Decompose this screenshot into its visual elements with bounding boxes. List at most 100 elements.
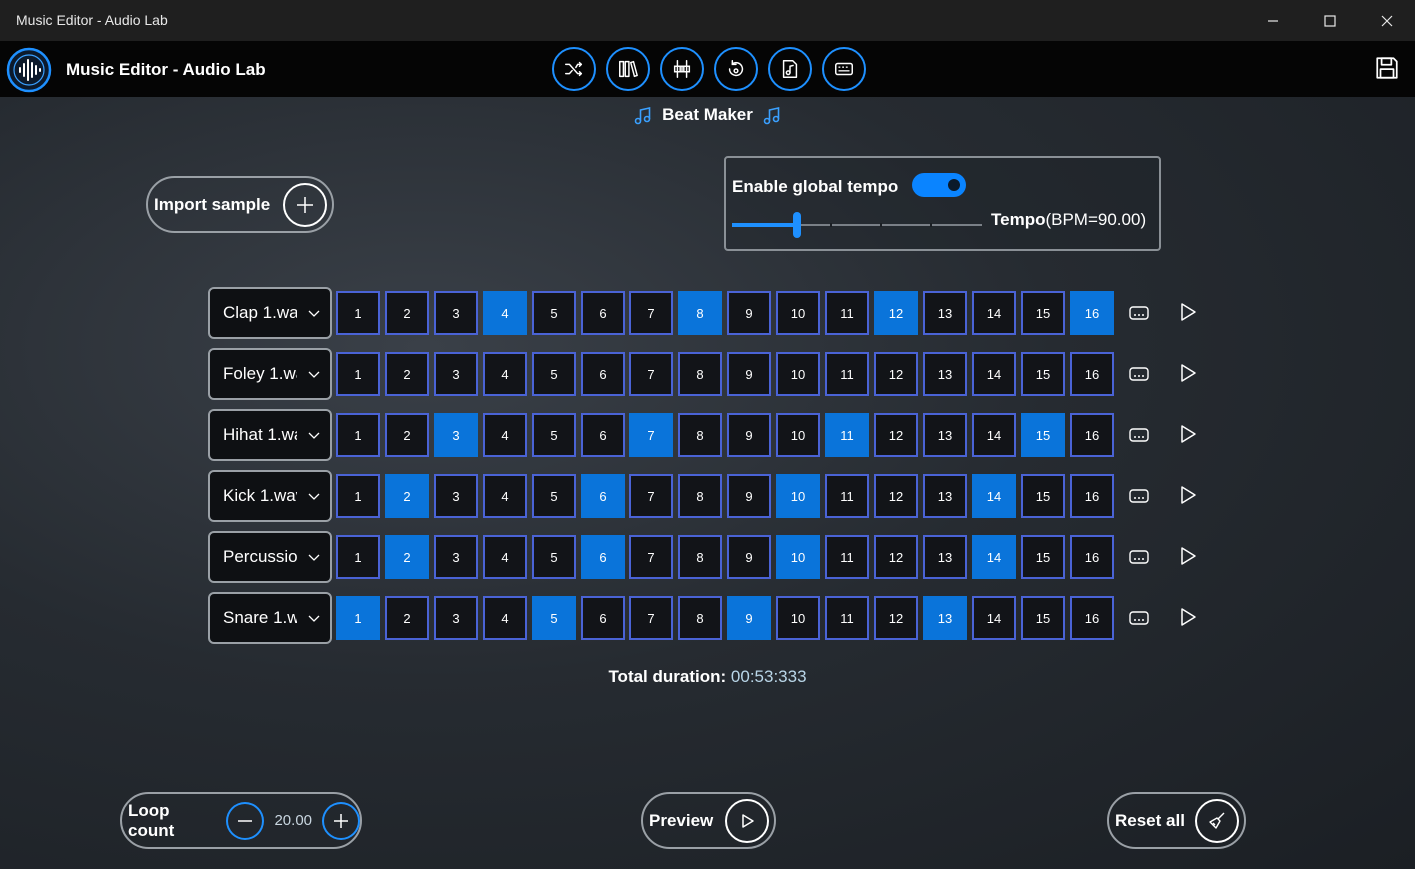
step-cell[interactable]: 2	[385, 291, 429, 335]
track-options-icon[interactable]	[1128, 424, 1150, 446]
step-cell[interactable]: 8	[678, 474, 722, 518]
step-cell[interactable]: 5	[532, 535, 576, 579]
step-cell[interactable]: 14	[972, 352, 1016, 396]
step-cell[interactable]: 5	[532, 474, 576, 518]
maximize-button[interactable]	[1302, 0, 1358, 41]
save-icon[interactable]	[1374, 55, 1400, 81]
step-cell[interactable]: 8	[678, 291, 722, 335]
step-cell[interactable]: 16	[1070, 596, 1114, 640]
step-cell[interactable]: 11	[825, 291, 869, 335]
global-tempo-toggle[interactable]	[912, 173, 966, 197]
step-cell[interactable]: 1	[336, 596, 380, 640]
increment-button[interactable]	[322, 801, 360, 840]
music-file-button[interactable]	[768, 47, 812, 91]
tempo-slider-thumb[interactable]	[793, 212, 801, 238]
step-cell[interactable]: 8	[678, 596, 722, 640]
step-cell[interactable]: 7	[629, 474, 673, 518]
track-options-icon[interactable]	[1128, 485, 1150, 507]
step-cell[interactable]: 10	[776, 413, 820, 457]
trim-button[interactable]	[660, 47, 704, 91]
step-cell[interactable]: 13	[923, 413, 967, 457]
step-cell[interactable]: 7	[629, 596, 673, 640]
shuffle-button[interactable]	[552, 47, 596, 91]
step-cell[interactable]: 14	[972, 596, 1016, 640]
step-cell[interactable]: 16	[1070, 474, 1114, 518]
track-sample-select[interactable]: Percussion 1.wav	[208, 531, 332, 583]
step-cell[interactable]: 8	[678, 535, 722, 579]
track-play-icon[interactable]	[1177, 545, 1199, 567]
step-cell[interactable]: 7	[629, 413, 673, 457]
track-sample-select[interactable]: Hihat 1.wav	[208, 409, 332, 461]
step-cell[interactable]: 15	[1021, 474, 1065, 518]
step-cell[interactable]: 6	[581, 352, 625, 396]
preview-button[interactable]: Preview	[641, 792, 776, 849]
track-play-icon[interactable]	[1177, 423, 1199, 445]
step-cell[interactable]: 16	[1070, 413, 1114, 457]
track-sample-select[interactable]: Snare 1.wav	[208, 592, 332, 644]
step-cell[interactable]: 14	[972, 291, 1016, 335]
step-cell[interactable]: 4	[483, 596, 527, 640]
step-cell[interactable]: 10	[776, 291, 820, 335]
step-cell[interactable]: 13	[923, 352, 967, 396]
track-options-icon[interactable]	[1128, 607, 1150, 629]
step-cell[interactable]: 11	[825, 413, 869, 457]
step-cell[interactable]: 6	[581, 535, 625, 579]
step-cell[interactable]: 9	[727, 596, 771, 640]
step-cell[interactable]: 14	[972, 413, 1016, 457]
close-button[interactable]	[1359, 0, 1415, 41]
step-cell[interactable]: 2	[385, 413, 429, 457]
step-cell[interactable]: 10	[776, 535, 820, 579]
step-cell[interactable]: 13	[923, 535, 967, 579]
track-play-icon[interactable]	[1177, 606, 1199, 628]
step-cell[interactable]: 13	[923, 474, 967, 518]
import-sample-button[interactable]: Import sample	[146, 176, 334, 233]
library-button[interactable]	[606, 47, 650, 91]
track-options-icon[interactable]	[1128, 363, 1150, 385]
step-cell[interactable]: 13	[923, 596, 967, 640]
step-cell[interactable]: 5	[532, 596, 576, 640]
decrement-button[interactable]	[226, 801, 265, 840]
step-cell[interactable]: 3	[434, 291, 478, 335]
step-cell[interactable]: 4	[483, 291, 527, 335]
step-cell[interactable]: 9	[727, 291, 771, 335]
step-cell[interactable]: 7	[629, 291, 673, 335]
step-cell[interactable]: 1	[336, 291, 380, 335]
step-cell[interactable]: 8	[678, 413, 722, 457]
step-cell[interactable]: 5	[532, 352, 576, 396]
step-cell[interactable]: 12	[874, 596, 918, 640]
minimize-button[interactable]	[1245, 0, 1301, 41]
step-cell[interactable]: 9	[727, 474, 771, 518]
step-cell[interactable]: 7	[629, 535, 673, 579]
step-cell[interactable]: 16	[1070, 535, 1114, 579]
step-cell[interactable]: 12	[874, 535, 918, 579]
step-cell[interactable]: 6	[581, 474, 625, 518]
step-cell[interactable]: 6	[581, 291, 625, 335]
track-options-icon[interactable]	[1128, 546, 1150, 568]
step-cell[interactable]: 10	[776, 596, 820, 640]
keyboard-button[interactable]	[822, 47, 866, 91]
step-cell[interactable]: 7	[629, 352, 673, 396]
step-cell[interactable]: 1	[336, 352, 380, 396]
loop-button[interactable]	[714, 47, 758, 91]
step-cell[interactable]: 10	[776, 352, 820, 396]
track-play-icon[interactable]	[1177, 362, 1199, 384]
step-cell[interactable]: 16	[1070, 352, 1114, 396]
step-cell[interactable]: 12	[874, 474, 918, 518]
step-cell[interactable]: 11	[825, 535, 869, 579]
step-cell[interactable]: 15	[1021, 535, 1065, 579]
step-cell[interactable]: 3	[434, 474, 478, 518]
step-cell[interactable]: 4	[483, 352, 527, 396]
track-options-icon[interactable]	[1128, 302, 1150, 324]
step-cell[interactable]: 14	[972, 535, 1016, 579]
step-cell[interactable]: 4	[483, 474, 527, 518]
reset-all-button[interactable]: Reset all	[1107, 792, 1246, 849]
step-cell[interactable]: 2	[385, 535, 429, 579]
step-cell[interactable]: 3	[434, 535, 478, 579]
step-cell[interactable]: 4	[483, 413, 527, 457]
step-cell[interactable]: 15	[1021, 596, 1065, 640]
step-cell[interactable]: 14	[972, 474, 1016, 518]
track-sample-select[interactable]: Foley 1.wav	[208, 348, 332, 400]
step-cell[interactable]: 16	[1070, 291, 1114, 335]
step-cell[interactable]: 3	[434, 596, 478, 640]
step-cell[interactable]: 12	[874, 413, 918, 457]
